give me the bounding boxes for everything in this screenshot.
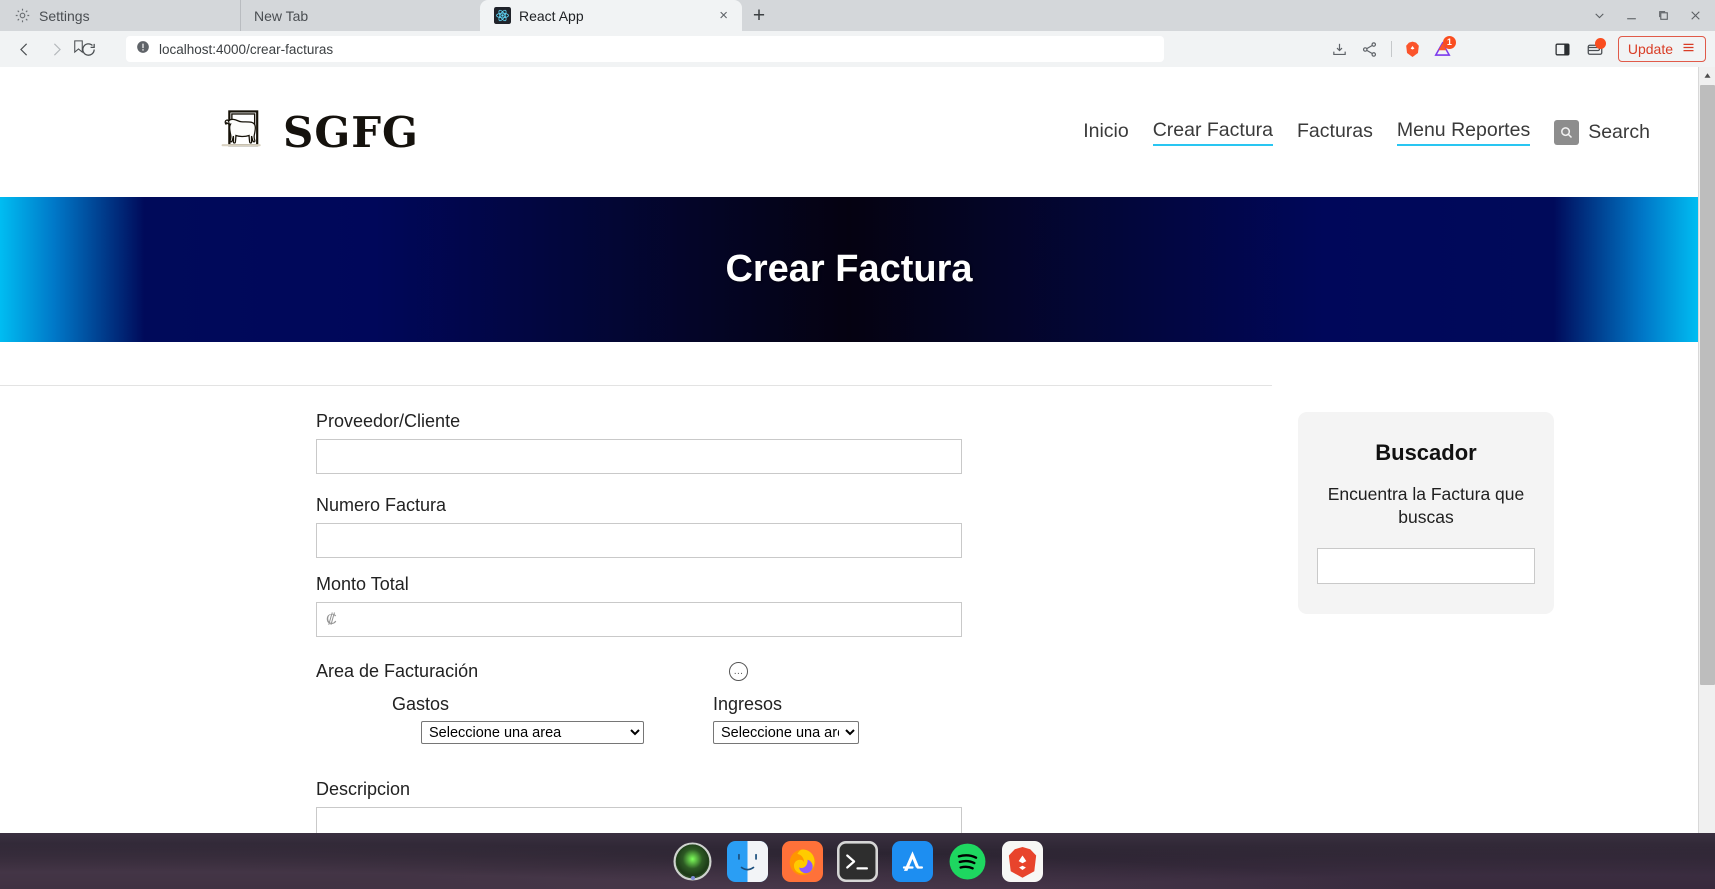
page-scrollbar[interactable] <box>1698 67 1715 889</box>
toolbar-divider <box>1390 41 1392 57</box>
brave-rewards-triangle-icon[interactable]: 1 <box>1428 34 1458 64</box>
tab-label: New Tab <box>254 7 309 24</box>
buscador-subtitle: Encuentra la Factura que buscas <box>1327 484 1525 527</box>
nav-item-menu-reportes[interactable]: Menu Reportes <box>1396 119 1531 146</box>
close-window-icon[interactable] <box>1679 0 1711 31</box>
url-text: localhost:4000/crear-facturas <box>159 41 334 57</box>
site-header: SGFG Inicio Crear Factura Facturas Menu … <box>0 67 1698 197</box>
sidebar-panel-icon[interactable] <box>1548 34 1578 64</box>
gear-icon <box>14 7 31 24</box>
area-selects: Gastos Seleccione una area Ingresos Sele… <box>316 694 1698 744</box>
buscador-title: Buscador <box>1375 440 1477 465</box>
wallet-badge <box>1594 38 1606 49</box>
numero-factura-input[interactable] <box>316 523 962 558</box>
proveedor-cliente-input[interactable] <box>316 439 962 474</box>
page-viewport: SGFG Inicio Crear Factura Facturas Menu … <box>0 67 1715 889</box>
os-dock <box>0 833 1715 889</box>
dock-item-app-store-icon[interactable] <box>892 840 933 882</box>
toolbar-icon-group: 1 <box>1325 34 1458 64</box>
bookmark-icon[interactable] <box>71 39 86 59</box>
nav-item-crear-factura[interactable]: Crear Factura <box>1152 119 1274 146</box>
update-button[interactable]: Update <box>1617 36 1706 62</box>
gastos-label: Gastos <box>392 694 450 714</box>
update-label: Update <box>1627 41 1673 57</box>
scrollbar-thumb[interactable] <box>1700 85 1715 685</box>
scroll-up-arrow-icon[interactable] <box>1699 67 1715 84</box>
gastos-group: Gastos Seleccione una area <box>392 694 644 744</box>
browser-tab-settings[interactable]: Settings <box>0 0 240 31</box>
area-facturacion-label: Area de Facturación <box>316 661 479 681</box>
wallet-icon[interactable] <box>1580 34 1610 64</box>
search-label: Search <box>1588 120 1650 143</box>
dock-item-radar-green-icon[interactable] <box>672 841 713 882</box>
monto-total-input[interactable] <box>316 602 962 637</box>
site-navigation: Inicio Crear Factura Facturas Menu Repor… <box>1083 119 1650 146</box>
hamburger-menu-icon[interactable] <box>1681 40 1696 58</box>
tab-label: Settings <box>39 7 90 24</box>
ingresos-group: Ingresos Seleccione una area <box>713 694 859 744</box>
site-logo[interactable]: SGFG <box>215 103 419 162</box>
nav-item-facturas[interactable]: Facturas <box>1297 120 1373 145</box>
dock-running-dot <box>690 875 695 880</box>
nav-search[interactable]: Search <box>1554 119 1650 145</box>
download-icon[interactable] <box>1325 34 1355 64</box>
three-dots-circle-icon[interactable]: … <box>729 662 749 681</box>
site-logo-text: SGFG <box>283 107 419 157</box>
ingresos-label: Ingresos <box>713 694 783 714</box>
dock-item-finder-icon[interactable] <box>727 840 768 882</box>
main-content: Proveedor/Cliente Numero Factura Monto T… <box>0 342 1698 862</box>
browser-window: Settings New Tab React App × + localhost… <box>0 0 1715 889</box>
dock-item-firefox-icon[interactable] <box>782 840 823 882</box>
web-page: SGFG Inicio Crear Factura Facturas Menu … <box>0 67 1698 862</box>
info-circle-icon[interactable] <box>136 40 150 59</box>
new-tab-button[interactable]: + <box>742 0 776 31</box>
gastos-select[interactable]: Seleccione una area <box>421 721 644 744</box>
rewards-badge: 1 <box>1442 36 1456 49</box>
nav-item-inicio[interactable]: Inicio <box>1083 120 1129 145</box>
back-arrow-icon[interactable] <box>9 34 39 64</box>
dock-item-terminal-icon[interactable] <box>837 840 878 882</box>
close-icon[interactable]: × <box>711 8 728 23</box>
brave-lion-icon[interactable] <box>1398 34 1428 64</box>
tab-search-chevron-down-icon[interactable] <box>1583 0 1615 31</box>
area-facturacion-row: Area de Facturación … <box>316 661 1698 682</box>
browser-toolbar: localhost:4000/crear-facturas 1 Update <box>0 31 1715 67</box>
url-input[interactable]: localhost:4000/crear-facturas <box>126 36 1164 62</box>
buscador-search-input[interactable] <box>1317 547 1535 584</box>
search-icon[interactable] <box>1554 119 1580 145</box>
hero-banner: Crear Factura <box>0 197 1698 342</box>
dock-item-spotify-icon[interactable] <box>947 841 988 882</box>
minimize-icon[interactable] <box>1615 0 1647 31</box>
react-logo-icon <box>494 7 511 24</box>
page-title: Crear Factura <box>725 248 973 290</box>
tab-label: React App <box>519 7 584 24</box>
field-label: Descripcion <box>316 779 411 799</box>
buscador-card: Buscador Encuentra la Factura que buscas <box>1298 412 1554 614</box>
browser-tab-new-tab[interactable]: New Tab <box>240 0 480 31</box>
maximize-icon[interactable] <box>1647 0 1679 31</box>
window-controls <box>1583 0 1715 31</box>
dock-item-brave-icon[interactable] <box>1002 840 1043 882</box>
ingresos-select[interactable]: Seleccione una area <box>713 721 859 744</box>
content-divider <box>0 385 1272 386</box>
forward-arrow-icon[interactable] <box>41 34 71 64</box>
browser-tab-react-app[interactable]: React App × <box>480 0 742 31</box>
share-icon[interactable] <box>1355 34 1385 64</box>
address-bar-area: localhost:4000/crear-facturas <box>74 36 1317 62</box>
cow-logo-icon <box>215 103 269 162</box>
tab-strip: Settings New Tab React App × + <box>0 0 1715 31</box>
